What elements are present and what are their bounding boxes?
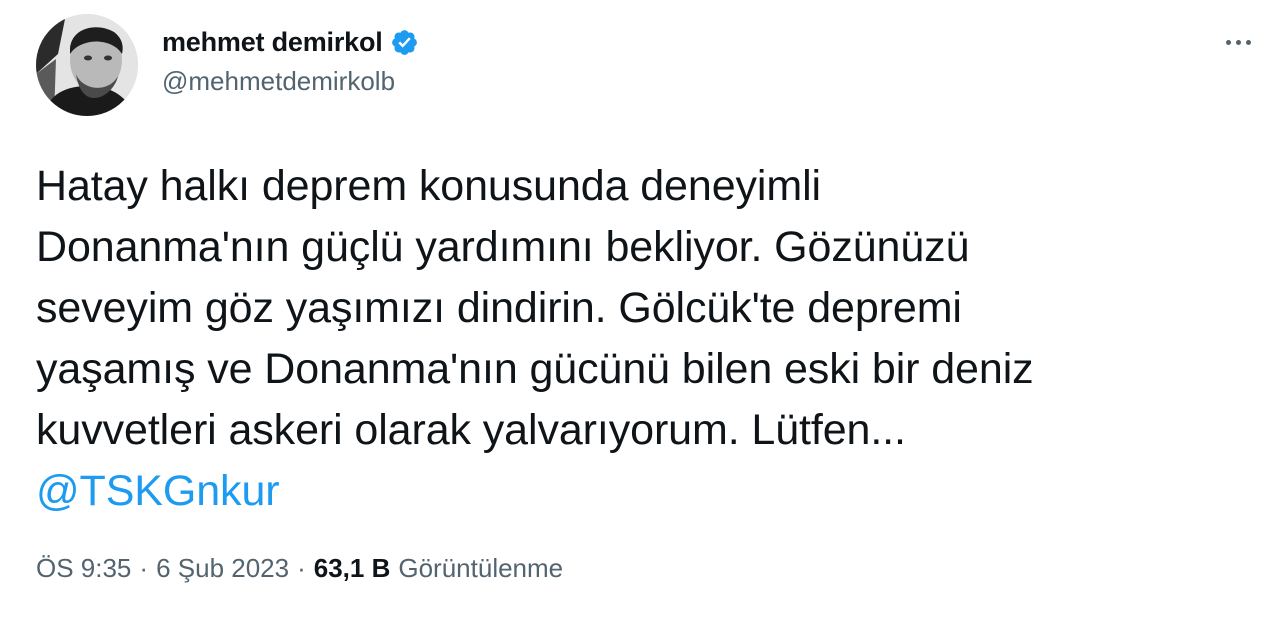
tweet-card: mehmet demirkol @mehmetdemirkolb Hatay h… <box>0 0 1280 622</box>
views-count: 63,1 B <box>313 553 391 583</box>
tweet-text-line: Hatay halkı deprem konusunda deneyimli <box>36 162 821 210</box>
tweet-text: Hatay halkı deprem konusunda deneyimli D… <box>36 156 1246 522</box>
meta-separator: · <box>297 553 306 583</box>
profile-photo-icon <box>36 14 138 116</box>
tweet-text-line: seveyim göz yaşımızı dindirin. Gölcük'te… <box>36 284 962 332</box>
author-handle[interactable]: @mehmetdemirkolb <box>162 66 395 97</box>
tweet-meta: ÖS 9:35 · 6 Şub 2023 · 63,1 B Görüntülen… <box>36 553 563 584</box>
more-options-icon <box>1225 39 1231 45</box>
verified-badge-icon <box>390 28 419 57</box>
tweet-date-link[interactable]: 6 Şub 2023 <box>156 553 289 584</box>
tweet-time-link[interactable]: ÖS 9:35 <box>36 553 131 584</box>
avatar[interactable] <box>36 14 138 116</box>
mention-link[interactable]: @TSKGnkur <box>36 467 280 515</box>
tweet-text-line: Donanma'nın güçlü yardımını bekliyor. Gö… <box>36 223 970 271</box>
more-options-icon <box>1235 39 1241 45</box>
more-options-icon <box>1245 39 1251 45</box>
author-display-name[interactable]: mehmet demirkol <box>162 27 383 58</box>
meta-separator: · <box>139 553 149 583</box>
tweet-text-line: kuvvetleri askeri olarak yalvarıyorum. L… <box>36 406 906 454</box>
mention-line: @TSKGnkur <box>36 461 1246 522</box>
more-options-button[interactable] <box>1216 28 1260 56</box>
author-name-row: mehmet demirkol <box>162 24 419 60</box>
tweet-text-line: yaşamış ve Donanma'nın gücünü bilen eski… <box>36 345 1034 393</box>
views-label: Görüntülenme <box>398 553 564 583</box>
